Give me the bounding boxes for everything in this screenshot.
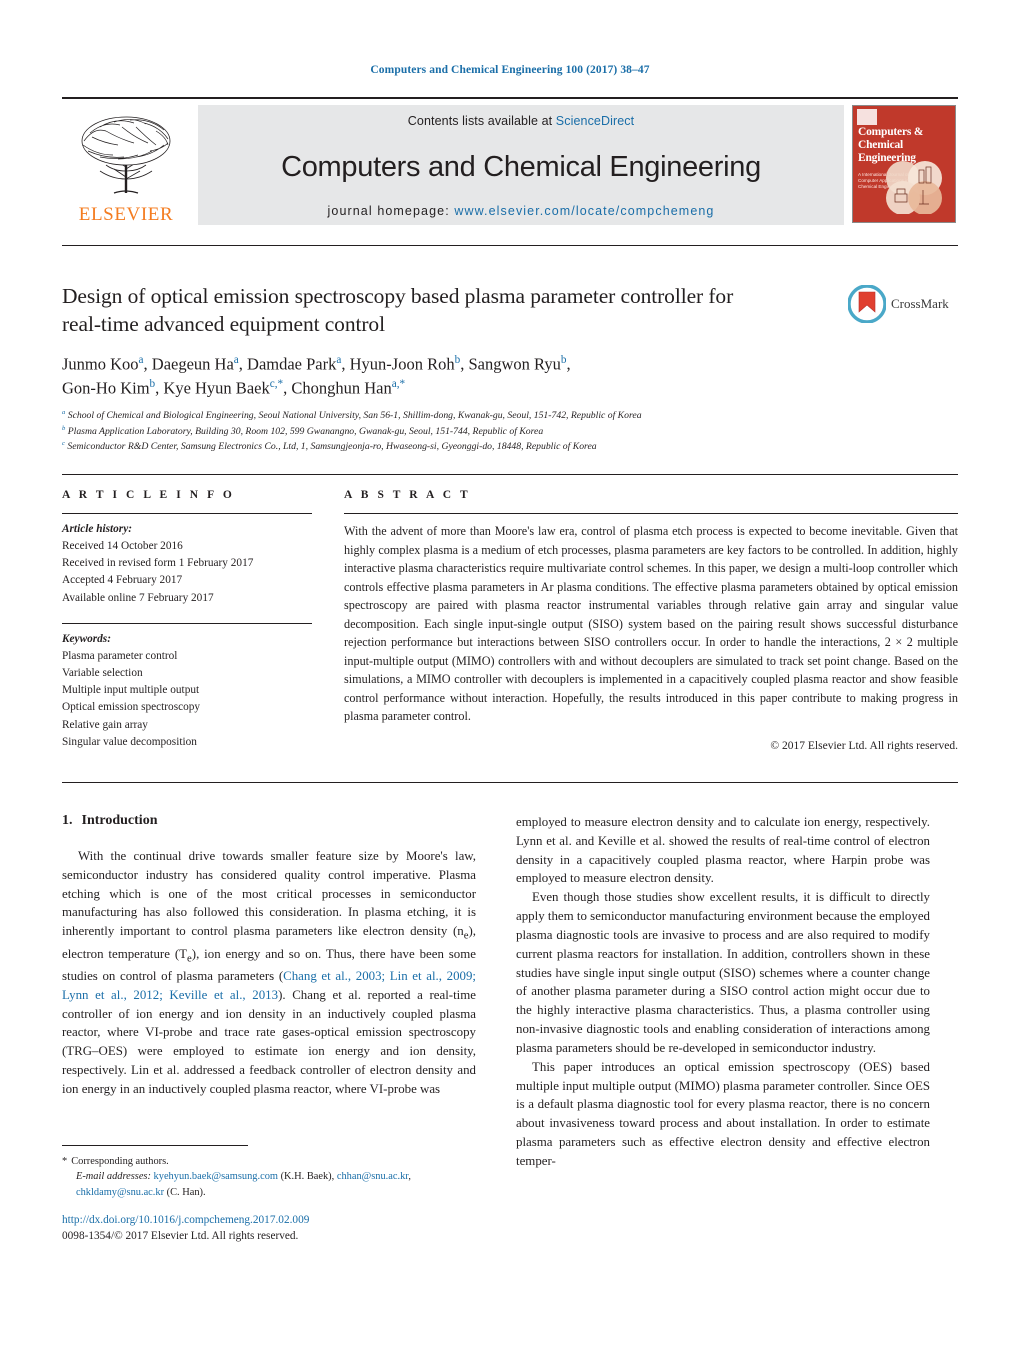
body-paragraph: employed to measure electron density and… [516,815,930,886]
abstract-rule [344,513,958,514]
keywords-block: Keywords: Plasma parameter control Varia… [62,631,312,751]
journal-title: Computers and Chemical Engineering [281,150,761,183]
keyword-item: Multiple input multiple output [62,684,200,697]
journal-cover-block: Computers & Chemical Engineering A Inter… [852,105,958,225]
keyword-item: Relative gain array [62,718,148,731]
footnote-block: * Corresponding authors. E-mail addresses… [62,1154,476,1200]
abstract-copyright: © 2017 Elsevier Ltd. All rights reserved… [770,740,958,753]
section-title: Introduction [81,813,158,828]
section-number: 1. [62,813,73,828]
journal-masthead: ELSEVIER Contents lists available at Sci… [62,97,958,225]
running-head: Computers and Chemical Engineering 100 (… [370,64,650,76]
footnote-divider [62,1145,248,1146]
affiliation-a: a School of Chemical and Biological Engi… [62,409,642,422]
contents-lists-line: Contents lists available at ScienceDirec… [408,114,634,128]
body-column-right: employed to measure electron density and… [516,813,930,1171]
article-info-heading: A R T I C L E I N F O [62,489,235,501]
article-history-label: Article history: [62,523,132,535]
page-title: Design of optical emission spectroscopy … [62,284,734,336]
affiliation-b: b Plasma Application Laboratory, Buildin… [62,424,544,437]
affiliation-c: c Semiconductor R&D Center, Samsung Elec… [62,440,597,453]
paper-page: Computers and Chemical Engineering 100 (… [0,0,1020,1351]
corresponding-author-note: * Corresponding authors. [62,1154,476,1169]
abstract-heading: A B S T R A C T [344,489,471,501]
journal-homepage-link[interactable]: www.elsevier.com/locate/compchemeng [454,204,714,218]
history-item: Available online 7 February 2017 [62,591,214,604]
email-label: E-mail addresses: [76,1171,151,1183]
cover-venn-graphic [886,161,942,214]
body-paragraph: Even though those studies show excellent… [516,890,930,1055]
keyword-item: Plasma parameter control [62,649,178,662]
author-line-2: Gon-Ho Kimb, Kye Hyun Baekc,*, Chonghun … [62,378,406,398]
issn-copyright: 0098-1354/© 2017 Elsevier Ltd. All right… [62,1230,299,1243]
crossmark-badge[interactable]: CrossMark [848,282,960,326]
body-column-left: 1. Introduction With the continual drive … [62,813,476,1099]
elsevier-tree-logo [81,116,171,194]
asterisk-icon: * [62,1156,68,1167]
email-note: E-mail addresses: kyehyun.baek@samsung.c… [62,1169,476,1200]
keyword-item: Singular value decomposition [62,735,197,748]
journal-cover-image: Computers & Chemical Engineering A Inter… [852,105,956,223]
article-history: Article history: Received 14 October 201… [62,521,312,607]
author-list: Junmo Kooa, Daegeun Haa, Damdae Parka, H… [62,352,852,401]
history-item: Received 14 October 2016 [62,540,183,553]
elsevier-logo-block: ELSEVIER [62,105,190,225]
info-abstract-divider [62,474,958,475]
history-item: Accepted 4 February 2017 [62,574,183,587]
corresponding-label: Corresponding authors. [71,1156,169,1167]
abstract-column: A B S T R A C T With the advent of more … [344,489,958,752]
body-divider [62,782,958,783]
keyword-item: Optical emission spectroscopy [62,701,201,714]
crossmark-icon [848,285,886,323]
sciencedirect-link[interactable]: ScienceDirect [556,114,634,128]
history-item: Received in revised form 1 February 2017 [62,557,254,570]
footer-doi-block: http://dx.doi.org/10.1016/j.compchemeng.… [62,1212,502,1245]
keyword-item: Variable selection [62,667,143,680]
journal-homepage-line: journal homepage: www.elsevier.com/locat… [328,204,715,218]
crossmark-label: CrossMark [891,296,949,311]
contents-prefix: Contents lists available at [407,114,556,128]
abstract-text: With the advent of more than Moore's law… [344,524,958,724]
article-info-rule [62,513,312,514]
article-info-column: A R T I C L E I N F O Article history: R… [62,489,312,751]
section-heading-introduction: 1. Introduction [62,813,476,829]
affiliation-list: a School of Chemical and Biological Engi… [62,408,862,455]
body-paragraph: With the continual drive towards smaller… [62,849,476,1096]
title-divider [62,245,958,246]
keywords-rule [62,622,312,624]
cover-elsevier-mark [857,109,877,125]
author-line-1: Junmo Kooa, Daegeun Haa, Damdae Parka, H… [62,354,571,374]
journal-band: Contents lists available at ScienceDirec… [198,105,844,225]
doi-link[interactable]: http://dx.doi.org/10.1016/j.compchemeng.… [62,1212,502,1228]
keywords-label: Keywords: [62,632,111,645]
homepage-prefix: journal homepage: [327,204,455,218]
elsevier-wordmark: ELSEVIER [78,204,174,225]
body-paragraph: This paper introduces an optical emissio… [516,1059,930,1168]
